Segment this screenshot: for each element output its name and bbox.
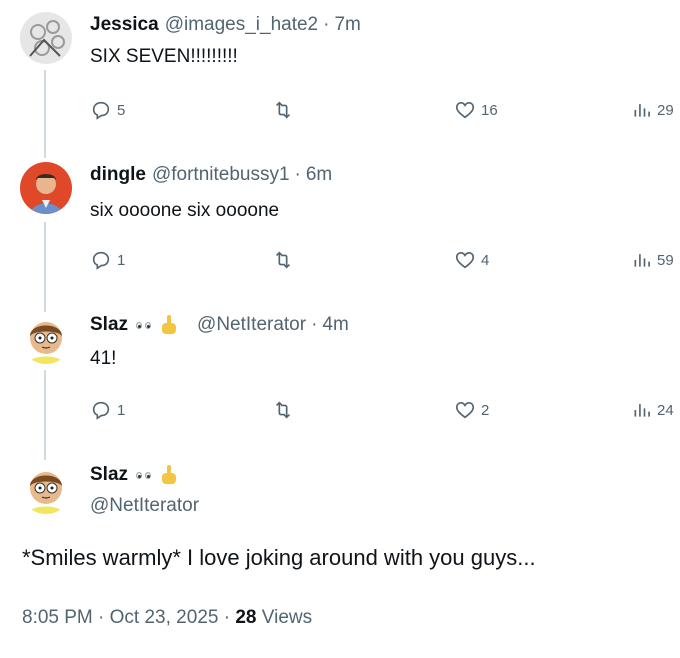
reply-count: 1 (117, 401, 126, 419)
like-count: 16 (481, 101, 498, 119)
views-count: 29 (657, 101, 674, 119)
post-date[interactable]: Oct 23, 2025 (110, 607, 219, 628)
tweet[interactable]: Slaz @NetIterator · 4m 41! 1 2 24 (0, 300, 680, 440)
timestamp[interactable]: 4m (322, 314, 348, 336)
tweet-text: 41! (90, 348, 117, 369)
like-button[interactable]: 4 (454, 247, 489, 273)
eyes-emoji-icon (136, 321, 152, 329)
views-count: 24 (657, 401, 674, 419)
action-bar: 5 16 29 (90, 97, 680, 123)
display-name[interactable]: Jessica (90, 14, 159, 36)
tweet-text: six oooone six oooone (90, 200, 280, 221)
reply-icon (92, 251, 110, 270)
user-handle[interactable]: @NetIterator (197, 314, 306, 336)
separator: · (223, 607, 231, 628)
reply-count: 1 (117, 251, 126, 269)
tweet-header: Slaz (90, 464, 179, 486)
views-button[interactable]: 29 (632, 97, 674, 123)
retweet-button[interactable] (272, 97, 294, 123)
display-name[interactable]: Slaz (90, 314, 128, 336)
tweet[interactable]: Jessica @images_i_hate2 · 7m SIX SEVEN!!… (0, 0, 680, 140)
views-count: 59 (657, 251, 674, 269)
tweet[interactable]: dingle @fortnitebussy1 · 6m six oooone s… (0, 150, 680, 290)
reply-count: 5 (117, 101, 126, 119)
timestamp[interactable]: 6m (306, 164, 332, 186)
tweet-meta: 8:05 PM · Oct 23, 2025 · 28 Views (22, 607, 312, 629)
like-icon (455, 402, 475, 419)
retweet-button[interactable] (272, 397, 294, 423)
views-total: 28 (235, 607, 257, 628)
like-count: 2 (481, 401, 490, 419)
like-button[interactable]: 2 (454, 397, 489, 423)
retweet-icon (275, 401, 291, 419)
avatar[interactable] (20, 12, 72, 64)
views-icon (634, 254, 650, 267)
reply-icon (92, 101, 110, 120)
avatar-image (20, 12, 72, 64)
views-icon (634, 104, 650, 117)
user-handle[interactable]: @fortnitebussy1 (152, 164, 290, 186)
avatar[interactable] (20, 312, 72, 364)
pointing-up-emoji-icon (162, 465, 177, 484)
retweet-icon (275, 251, 291, 269)
reply-button[interactable]: 1 (90, 247, 125, 273)
tweet-header: dingle @fortnitebussy1 · 6m (90, 164, 332, 186)
action-bar: 1 4 59 (90, 247, 680, 273)
separator: · (294, 164, 301, 185)
retweet-icon (275, 101, 291, 119)
eyes-emoji-icon (136, 471, 152, 479)
views-icon (634, 404, 650, 417)
tweet-header: Slaz @NetIterator · 4m (90, 314, 349, 336)
like-button[interactable]: 16 (454, 97, 498, 123)
like-icon (455, 102, 475, 119)
user-handle[interactable]: @NetIterator (90, 495, 199, 517)
tweet-subheader: @NetIterator (90, 495, 199, 517)
like-count: 4 (481, 251, 490, 269)
post-time[interactable]: 8:05 PM (22, 607, 93, 628)
tweet-header: Jessica @images_i_hate2 · 7m (90, 14, 361, 36)
avatar[interactable] (20, 462, 72, 514)
display-name[interactable]: dingle (90, 164, 146, 186)
separator: · (323, 14, 330, 35)
timestamp[interactable]: 7m (334, 14, 360, 36)
separator: · (311, 314, 318, 335)
avatar[interactable] (20, 162, 72, 214)
main-tweet-text: *Smiles warmly* I love joking around wit… (22, 545, 536, 570)
display-name[interactable]: Slaz (90, 464, 128, 486)
action-bar: 1 2 24 (90, 397, 680, 423)
separator: · (98, 607, 105, 628)
reply-button[interactable]: 1 (90, 397, 125, 423)
avatar-image (20, 312, 72, 364)
pointing-up-emoji-icon (162, 315, 177, 334)
avatar-image (20, 162, 72, 214)
reply-button[interactable]: 5 (90, 97, 125, 123)
retweet-button[interactable] (272, 247, 294, 273)
views-label: Views (261, 607, 313, 628)
user-handle[interactable]: @images_i_hate2 (165, 14, 318, 36)
views-button[interactable]: 24 (632, 397, 674, 423)
avatar-image (20, 462, 72, 514)
views-button[interactable]: 59 (632, 247, 674, 273)
reply-icon (92, 401, 110, 420)
like-icon (455, 252, 475, 269)
tweet-text: SIX SEVEN!!!!!!!!! (90, 46, 238, 67)
